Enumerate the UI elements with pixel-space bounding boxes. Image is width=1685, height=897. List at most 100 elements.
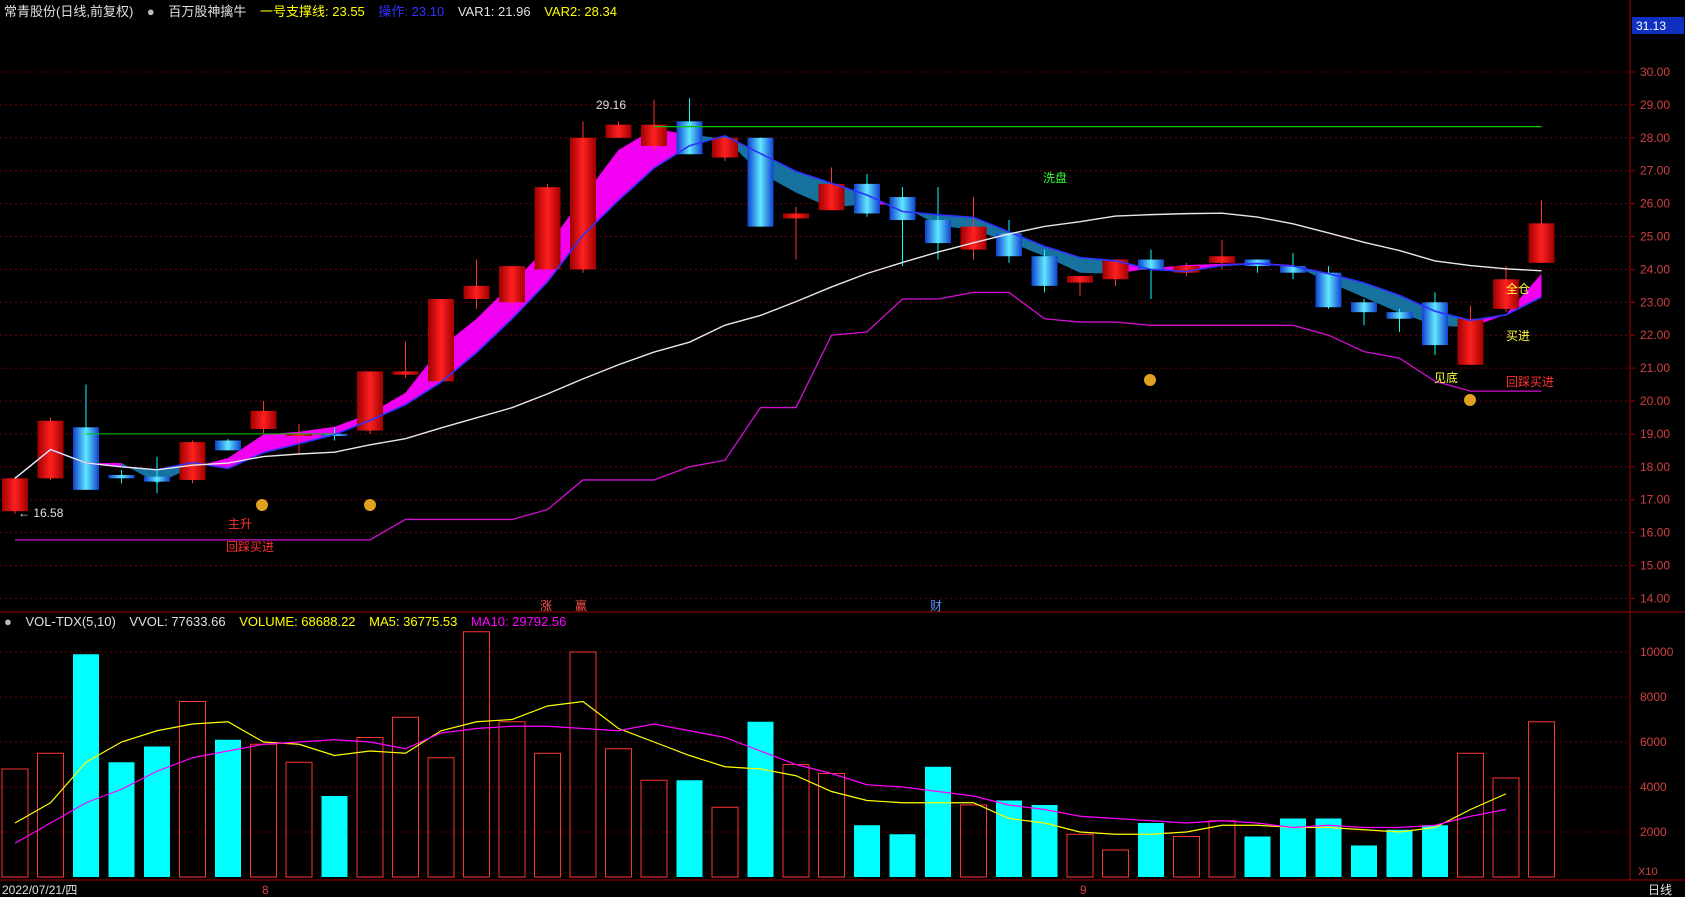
candle-body	[1315, 272, 1342, 308]
main-up-label: 主升	[228, 517, 252, 531]
candle-body	[570, 137, 596, 270]
wash-label: 洗盘	[1043, 170, 1067, 185]
pullback-buy-label-2: 回踩买进	[1506, 375, 1554, 389]
volume-bar	[854, 825, 880, 877]
price-tick-label: 28.00	[1640, 131, 1670, 145]
volume-bar	[1422, 825, 1448, 877]
volume-bar	[179, 701, 206, 878]
volume-bars[interactable]	[1, 631, 1555, 878]
candle-body	[605, 124, 632, 138]
candlesticks[interactable]	[2, 98, 1555, 514]
candle-body	[1351, 302, 1377, 313]
volume-bar	[534, 752, 561, 878]
money-bag-icon	[1464, 394, 1476, 406]
current-price-label: 31.13	[1636, 19, 1666, 33]
period-label: 日线	[1648, 883, 1672, 897]
indicator-bands	[15, 129, 1542, 484]
volume-bar	[925, 766, 951, 877]
volume-bar	[37, 752, 64, 878]
price-tick-label: 15.00	[1640, 559, 1670, 573]
volume-bar	[1102, 849, 1129, 878]
event-cai-label: 财	[930, 599, 942, 613]
price-tick-label: 24.00	[1640, 262, 1670, 276]
volume-bar	[1351, 845, 1377, 877]
ma20-line	[14, 212, 1542, 479]
price-tick-label: 25.00	[1640, 230, 1670, 244]
candle-body	[1209, 256, 1235, 263]
candle-body	[428, 299, 454, 382]
volume-bar	[285, 761, 313, 878]
price-tick-label: 30.00	[1640, 65, 1670, 79]
volume-bar	[1031, 805, 1058, 877]
volume-bar	[1066, 833, 1094, 878]
price-tick-label: 22.00	[1640, 328, 1670, 342]
volume-tick-label: 2000	[1640, 825, 1667, 839]
volume-bar	[996, 800, 1022, 877]
volume-bar	[640, 779, 668, 878]
volume-unit-label: X10	[1638, 866, 1658, 878]
volume-bar	[1386, 829, 1413, 877]
volume-bar	[569, 651, 597, 878]
event-ying-label: 赢	[575, 598, 587, 613]
month-9-label: 9	[1080, 883, 1087, 897]
candle-body	[250, 410, 277, 429]
volume-bar	[747, 721, 774, 877]
support-line	[15, 291, 1542, 541]
price-tick-label: 27.00	[1640, 164, 1670, 178]
ma5-line	[14, 134, 1542, 479]
candle-body	[818, 183, 845, 211]
candle-body	[1528, 223, 1555, 263]
volume-bar	[605, 748, 632, 878]
stock-chart[interactable]: 30.00 29.00 28.00 27.00 26.00 25.00 24.00 23.00…	[0, 0, 1685, 897]
volume-bar	[818, 773, 845, 878]
trend-ribbon-segment	[228, 434, 264, 469]
volume-tick-label: 4000	[1640, 780, 1667, 794]
pullback-buy-label-1: 回踩买进	[226, 540, 274, 554]
candle-body	[960, 226, 987, 250]
candle-body	[783, 213, 809, 219]
price-tick-label: 18.00	[1640, 460, 1670, 474]
volume-bar	[782, 764, 810, 878]
volume-bar	[73, 654, 99, 877]
volume-tick-label: 6000	[1640, 735, 1667, 749]
volume-bar	[1173, 836, 1200, 878]
buy-in-label: 买进	[1506, 329, 1530, 343]
start-date-label: 2022/07/21/四	[2, 883, 77, 897]
price-tick-label: 17.00	[1640, 493, 1670, 507]
money-bag-icon	[256, 499, 268, 511]
candle-body	[108, 475, 135, 479]
candle-body	[641, 124, 667, 147]
candle-body	[499, 266, 525, 303]
volume-bar	[144, 746, 170, 877]
volume-bar	[1528, 721, 1555, 878]
candle-body	[73, 427, 99, 490]
candle-body	[1457, 318, 1484, 365]
candle-body	[1386, 312, 1413, 319]
volume-bar	[498, 721, 526, 878]
volume-bar	[960, 804, 987, 878]
bottom-seen-label: 见底	[1434, 370, 1458, 385]
price-tick-label: 29.00	[1640, 98, 1670, 112]
volume-bar	[250, 743, 277, 878]
volume-bar	[215, 739, 241, 877]
candle-body	[1067, 275, 1093, 283]
month-8-label: 8	[262, 883, 269, 897]
candle-body	[392, 371, 419, 375]
price-tick-label: 21.00	[1640, 361, 1670, 375]
candle-body	[534, 187, 561, 270]
price-tick-label: 23.00	[1640, 295, 1670, 309]
volume-bar	[711, 806, 739, 878]
price-tick-label: 16.00	[1640, 526, 1670, 540]
volume-bar	[1244, 836, 1271, 877]
volume-bar	[1208, 820, 1236, 878]
candle-body	[747, 137, 774, 227]
candle-body	[179, 442, 206, 480]
volume-tick-label: 8000	[1640, 690, 1667, 704]
event-zhang-label: 涨	[540, 598, 552, 613]
candle-body	[357, 371, 383, 431]
indicator-lines	[14, 126, 1542, 541]
volume-bar	[889, 834, 916, 877]
volume-bar	[676, 780, 703, 877]
volume-bar	[463, 631, 490, 878]
candle-body	[463, 285, 490, 300]
